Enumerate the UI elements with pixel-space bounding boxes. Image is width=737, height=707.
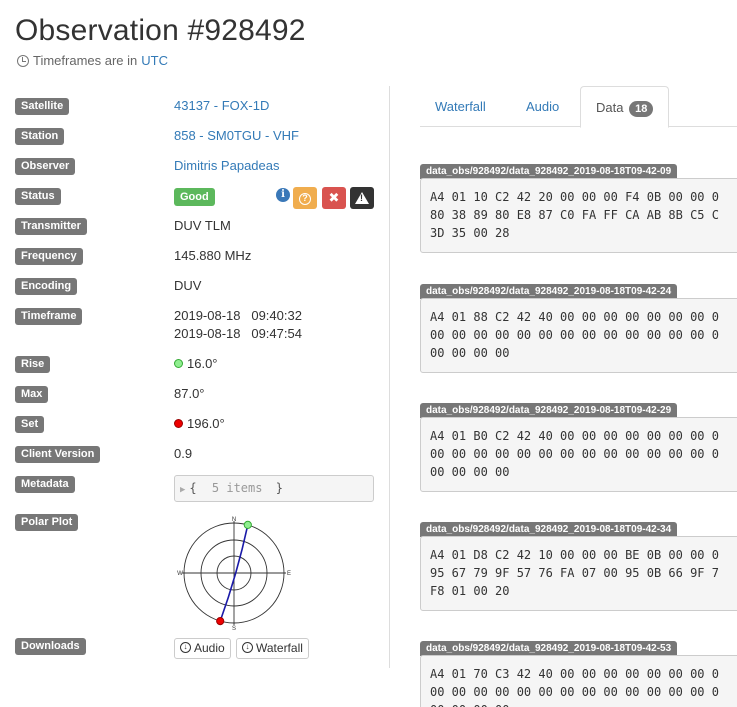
- max-value: 87.0°: [174, 386, 205, 401]
- polar-east-label: E: [287, 571, 291, 577]
- polar-set-marker: [216, 617, 225, 626]
- download-icon: ↓: [242, 642, 253, 654]
- metadata-label: Metadata: [15, 476, 75, 493]
- warning-icon: [355, 192, 369, 204]
- set-value: 196.0°: [174, 415, 225, 433]
- download-waterfall-button[interactable]: ↓ Waterfall: [236, 638, 309, 659]
- frequency-value: 145.880 MHz: [174, 248, 252, 263]
- frequency-label: Frequency: [15, 248, 83, 265]
- metadata-open-brace: {: [189, 481, 197, 495]
- timeframe-start: 2019-08-18 09:40:32: [174, 308, 302, 323]
- vetting-unknown-button[interactable]: ?: [293, 187, 317, 209]
- metadata-viewer[interactable]: ▶ { 5 items }: [174, 475, 374, 502]
- clock-icon: [17, 54, 29, 67]
- timeframe-end: 2019-08-18 09:47:54: [174, 326, 302, 341]
- polar-west-label: W: [177, 571, 183, 577]
- timezone-note: Timeframes are in UTC: [17, 53, 168, 68]
- rise-label: Rise: [15, 356, 51, 373]
- rise-text: 16.0°: [187, 356, 218, 371]
- info-icon[interactable]: i: [276, 188, 290, 202]
- frame-content: A4 01 70 C3 42 40 00 00 00 00 00 00 00 0…: [420, 655, 737, 707]
- set-text: 196.0°: [187, 416, 225, 431]
- frame-label: data_obs/928492/data_928492_2019-08-18T0…: [420, 284, 678, 299]
- rise-value: 16.0°: [174, 355, 218, 373]
- frame-content: A4 01 D8 C2 42 10 00 00 00 BE 0B 00 00 0…: [420, 536, 737, 611]
- tab-data-label: Data: [596, 100, 624, 115]
- vetting-failed-button[interactable]: [350, 187, 374, 209]
- client-version-value: 0.9: [174, 446, 193, 461]
- station-link[interactable]: 858 - SM0TGU - VHF: [174, 127, 299, 145]
- satellite-link[interactable]: 43137 - FOX-1D: [174, 97, 269, 115]
- metadata-count: 5 items: [211, 481, 263, 495]
- observer-link[interactable]: Dimitris Papadeas: [174, 157, 280, 175]
- frame-label: data_obs/928492/data_928492_2019-08-18T0…: [420, 522, 678, 537]
- polar-south-label: S: [232, 626, 236, 632]
- status-badge: Good: [174, 188, 215, 206]
- station-label: Station: [15, 128, 65, 145]
- encoding-value: DUV: [174, 278, 202, 293]
- downloads-label: Downloads: [15, 638, 86, 655]
- vetting-bad-button[interactable]: ✖: [322, 187, 346, 209]
- polar-rise-marker: [243, 520, 252, 529]
- download-audio-label: Audio: [194, 641, 225, 655]
- client-version-label: Client Version: [15, 446, 101, 463]
- frame-label: data_obs/928492/data_928492_2019-08-18T0…: [420, 641, 678, 656]
- column-divider: [389, 86, 390, 668]
- data-count-badge: 18: [629, 101, 654, 117]
- frame-label: data_obs/928492/data_928492_2019-08-18T0…: [420, 164, 678, 179]
- timezone-prefix: Timeframes are in: [33, 53, 138, 68]
- encoding-label: Encoding: [15, 278, 78, 295]
- tab-audio[interactable]: Audio: [526, 86, 559, 127]
- observation-tabs: Waterfall Audio Data 18: [420, 86, 737, 128]
- expand-triangle-icon[interactable]: ▶: [180, 485, 185, 495]
- set-dot-icon: [174, 419, 183, 429]
- frame-label: data_obs/928492/data_928492_2019-08-18T0…: [420, 403, 678, 418]
- set-label: Set: [15, 416, 45, 433]
- transmitter-label: Transmitter: [15, 218, 87, 235]
- polar-plot: N E S W: [177, 517, 291, 632]
- status-label: Status: [15, 188, 61, 205]
- download-icon: ↓: [180, 642, 191, 654]
- tab-waterfall[interactable]: Waterfall: [435, 86, 486, 127]
- close-icon: ✖: [328, 190, 340, 205]
- rise-dot-icon: [174, 359, 183, 369]
- page-title: Observation #928492: [15, 14, 306, 47]
- satellite-label: Satellite: [15, 98, 70, 115]
- observer-label: Observer: [15, 158, 76, 175]
- frame-content: A4 01 10 C2 42 20 00 00 00 F4 0B 00 00 0…: [420, 178, 737, 253]
- polar-plot-label: Polar Plot: [15, 514, 79, 531]
- transmitter-value: DUV TLM: [174, 218, 231, 233]
- timezone-link[interactable]: UTC: [141, 53, 168, 68]
- max-label: Max: [15, 386, 49, 403]
- download-audio-button[interactable]: ↓ Audio: [174, 638, 231, 659]
- polar-north-label: N: [232, 517, 236, 523]
- download-waterfall-label: Waterfall: [256, 641, 303, 655]
- tab-data[interactable]: Data 18: [580, 86, 670, 128]
- timeframe-label: Timeframe: [15, 308, 83, 325]
- frame-content: A4 01 88 C2 42 40 00 00 00 00 00 00 00 0…: [420, 298, 737, 373]
- metadata-close-brace: }: [275, 481, 283, 495]
- frame-content: A4 01 B0 C2 42 40 00 00 00 00 00 00 00 0…: [420, 417, 737, 492]
- question-icon: ?: [299, 192, 311, 205]
